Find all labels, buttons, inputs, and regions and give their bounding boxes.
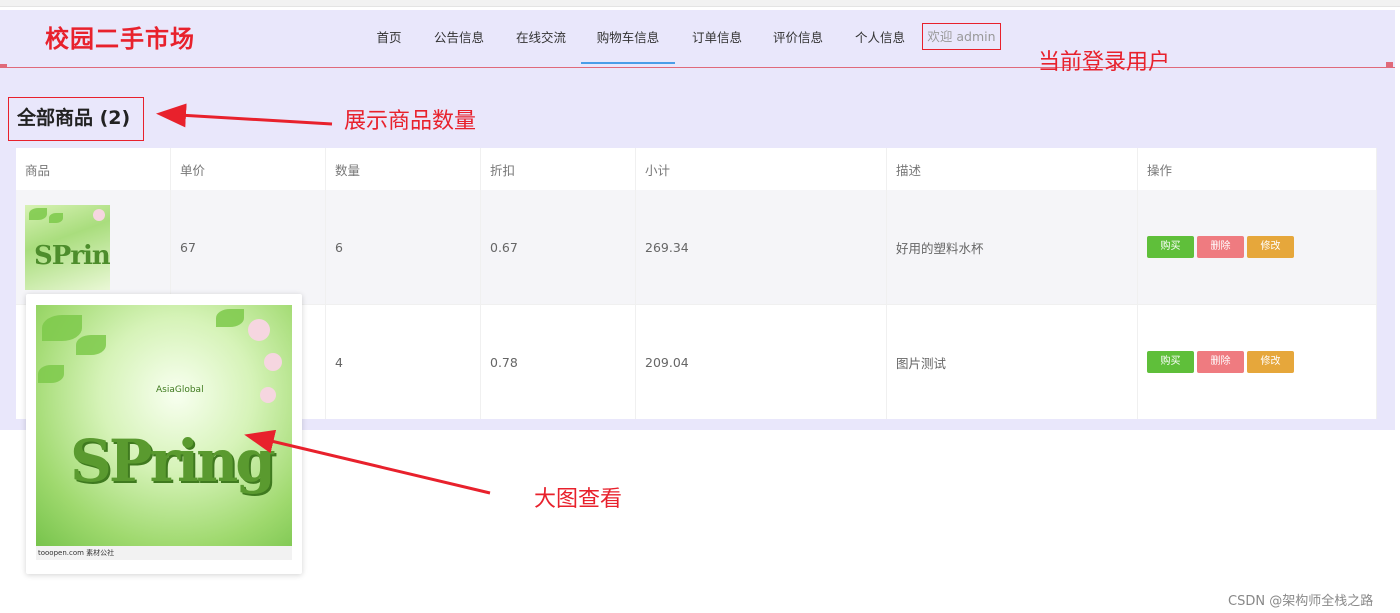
csdn-watermark: CSDN @架构师全栈之路 bbox=[1228, 594, 1374, 609]
annotation-arrows bbox=[156, 103, 491, 495]
arrow-to-count bbox=[156, 103, 333, 128]
arrow-to-preview bbox=[244, 429, 491, 495]
